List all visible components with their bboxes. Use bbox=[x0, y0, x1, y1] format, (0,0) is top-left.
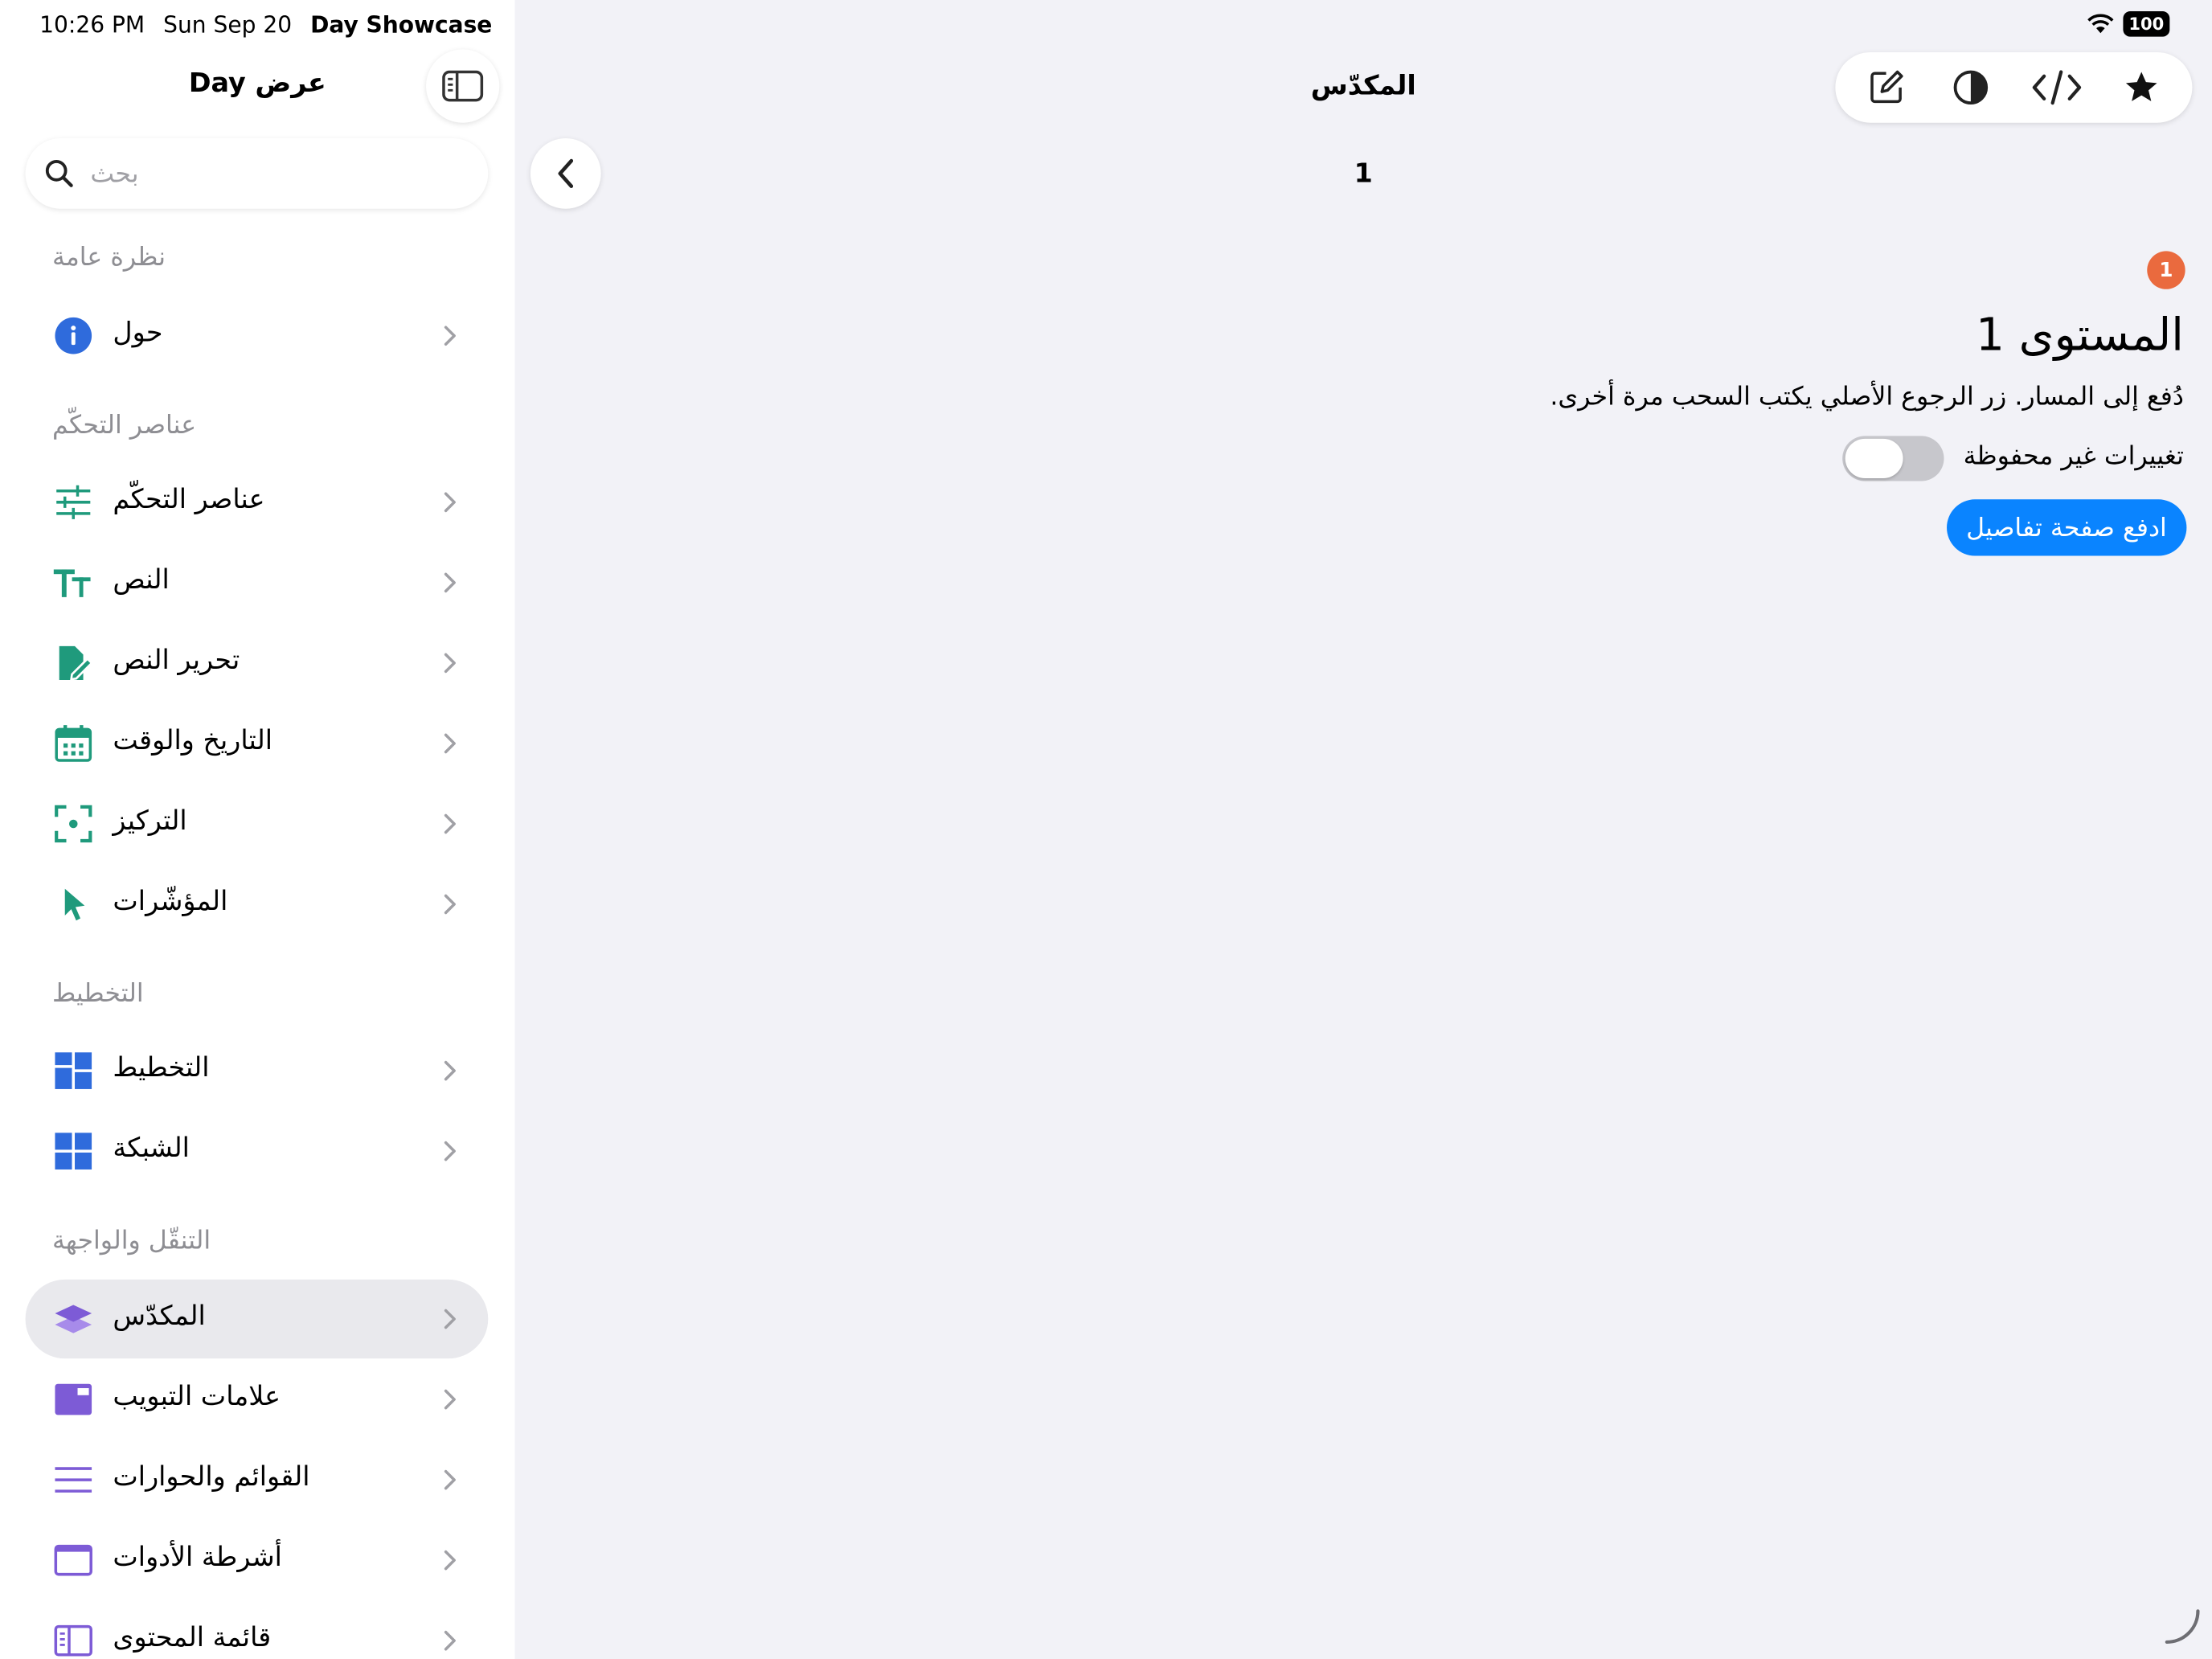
resize-handle-icon bbox=[2165, 1609, 2200, 1645]
chevron-right-icon bbox=[444, 1309, 456, 1329]
appearance-button[interactable] bbox=[1940, 56, 2002, 118]
sidebar-item-label: النص bbox=[113, 564, 170, 596]
page-number: 1 bbox=[1354, 158, 1373, 190]
unsaved-changes-label: تغييرات غير محفوظة bbox=[1963, 441, 2184, 472]
compose-button[interactable] bbox=[1855, 56, 1917, 118]
sidebar-item-label: المكدّس bbox=[113, 1301, 206, 1332]
chevron-right-icon bbox=[444, 733, 456, 754]
level-badge: 1 bbox=[2147, 251, 2185, 289]
sidebar-item-label: القوائم والحوارات bbox=[113, 1461, 310, 1493]
main-content: 100 المكدّس 1 1 المستوى 1 دُفع إلى المسا… bbox=[514, 0, 2212, 1659]
sidebar-item-layout[interactable]: التخطيط bbox=[26, 1031, 489, 1110]
sidebar-item-text[interactable]: النص bbox=[26, 543, 489, 622]
toolbar-icon bbox=[54, 1541, 93, 1580]
level-title: المستوى 1 bbox=[1976, 307, 2184, 362]
section-header-overview: نظرة عامة bbox=[51, 242, 166, 272]
chevron-right-icon bbox=[444, 326, 456, 346]
star-icon bbox=[2125, 72, 2157, 101]
layout-icon bbox=[54, 1051, 93, 1091]
document-edit-icon bbox=[54, 643, 93, 682]
sidebar-item-label: عناصر التحكّم bbox=[113, 483, 265, 515]
code-icon bbox=[2032, 70, 2081, 105]
content-list-icon bbox=[54, 1621, 93, 1659]
sidebar-item-focus[interactable]: التركيز bbox=[26, 784, 489, 863]
sidebar-item-label: حول bbox=[113, 317, 163, 349]
search-icon bbox=[45, 159, 73, 187]
chevron-right-icon bbox=[444, 813, 456, 834]
chevron-right-icon bbox=[444, 653, 456, 674]
sidebar-item-label: أشرطة الأدوات bbox=[113, 1542, 282, 1573]
sidebar-item-label: قائمة المحتوى bbox=[113, 1622, 272, 1653]
chevron-right-icon bbox=[444, 1389, 456, 1410]
sidebar-item-pointers[interactable]: المؤشّرات bbox=[26, 865, 489, 944]
sidebar-item-tabs[interactable]: علامات التبويب bbox=[26, 1360, 489, 1439]
sidebar-item-label: التخطيط bbox=[113, 1052, 210, 1083]
tabs-icon bbox=[54, 1379, 93, 1419]
unsaved-changes-toggle[interactable] bbox=[1842, 436, 1944, 481]
chevron-right-icon bbox=[444, 492, 456, 513]
sidebar-icon bbox=[442, 70, 484, 102]
chevron-right-icon bbox=[444, 1060, 456, 1081]
sidebar-item-label: علامات التبويب bbox=[113, 1381, 281, 1412]
sidebar-item-menus-dialogs[interactable]: القوائم والحوارات bbox=[26, 1440, 489, 1519]
sidebar-item-label: التركيز bbox=[113, 805, 187, 837]
code-button[interactable] bbox=[2026, 56, 2087, 118]
section-header-navigation: التنقّل والواجهة bbox=[51, 1226, 211, 1256]
pointer-icon bbox=[54, 884, 93, 924]
contrast-icon bbox=[1954, 70, 1989, 105]
sidebar-item-text-editing[interactable]: تحرير النص bbox=[26, 624, 489, 703]
search-input[interactable] bbox=[87, 157, 446, 190]
chevron-right-icon bbox=[444, 1630, 456, 1651]
sidebar-item-label: تحرير النص bbox=[113, 645, 240, 676]
text-size-icon bbox=[53, 563, 93, 602]
status-app-name: Day Showcase bbox=[310, 11, 493, 39]
sidebar: 10:26 PM Sun Sep 20 Day Showcase عرض Day… bbox=[0, 0, 515, 1659]
stack-icon bbox=[54, 1299, 93, 1338]
sidebar-item-label: التاريخ والوقت bbox=[113, 725, 273, 756]
favorite-button[interactable] bbox=[2110, 56, 2172, 118]
sidebar-item-controls[interactable]: عناصر التحكّم bbox=[26, 463, 489, 542]
chevron-right-icon bbox=[444, 1141, 456, 1161]
toggle-knob bbox=[1845, 438, 1903, 478]
search-field[interactable] bbox=[25, 137, 489, 209]
info-icon bbox=[54, 316, 93, 355]
sidebar-item-stack[interactable]: المكدّس bbox=[25, 1279, 489, 1359]
focus-icon bbox=[54, 804, 93, 843]
status-indicators: 100 bbox=[2087, 11, 2170, 37]
section-header-layout: التخطيط bbox=[51, 979, 144, 1009]
sliders-icon bbox=[54, 482, 93, 522]
sidebar-item-toolbars[interactable]: أشرطة الأدوات bbox=[26, 1521, 489, 1600]
chevron-right-icon bbox=[444, 1469, 456, 1490]
status-date: Sun Sep 20 bbox=[163, 11, 293, 39]
chevron-right-icon bbox=[444, 1550, 456, 1571]
sidebar-item-date-time[interactable]: التاريخ والوقت bbox=[26, 704, 489, 783]
menu-lines-icon bbox=[54, 1460, 93, 1500]
chevron-right-icon bbox=[444, 572, 456, 593]
section-header-controls: عناصر التحكّم bbox=[51, 410, 197, 440]
chevron-right-icon bbox=[444, 894, 456, 915]
sidebar-item-content-list[interactable]: قائمة المحتوى bbox=[26, 1601, 489, 1659]
level-description: دُفع إلى المسار. زر الرجوع الأصلي يكتب ا… bbox=[1550, 382, 2184, 412]
status-time: 10:26 PM bbox=[39, 11, 145, 39]
sidebar-toggle-button[interactable] bbox=[426, 49, 500, 123]
push-detail-page-button[interactable]: ادفع صفحة تفاصيل bbox=[1946, 499, 2187, 556]
battery-indicator: 100 bbox=[2123, 11, 2170, 37]
wifi-icon bbox=[2087, 14, 2114, 34]
sidebar-item-about[interactable]: حول bbox=[26, 297, 489, 375]
sidebar-item-label: المؤشّرات bbox=[113, 886, 228, 917]
compose-icon bbox=[1870, 70, 1903, 104]
sidebar-item-label: الشبكة bbox=[113, 1133, 190, 1164]
sidebar-item-grid[interactable]: الشبكة bbox=[26, 1112, 489, 1190]
grid-icon bbox=[54, 1132, 93, 1171]
status-bar: 10:26 PM Sun Sep 20 Day Showcase bbox=[39, 11, 492, 38]
calendar-icon bbox=[54, 723, 93, 763]
toolbar bbox=[1835, 51, 2193, 123]
